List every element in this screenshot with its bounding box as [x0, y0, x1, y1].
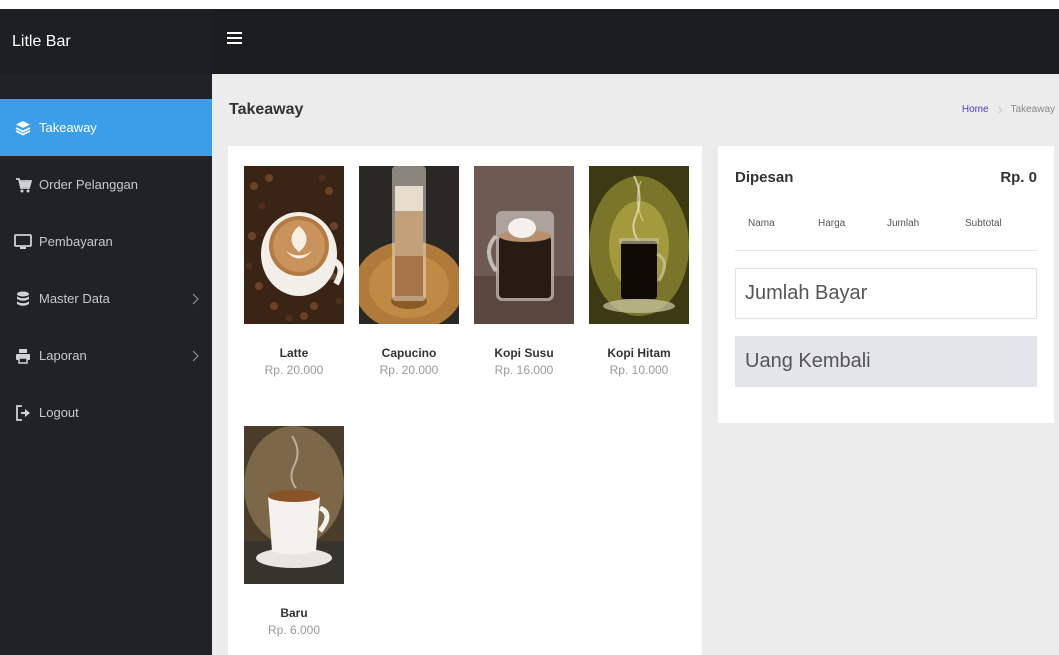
product-image-kopi-susu [474, 166, 574, 324]
product-image-latte [244, 166, 344, 324]
sidebar-item-label: Order Pelanggan [39, 177, 139, 192]
product-image-kopi-hitam [589, 166, 689, 324]
product-card-kopi-hitam[interactable]: Kopi Hitam Rp. 10.000 [589, 166, 689, 377]
database-icon [14, 290, 32, 308]
product-card-baru[interactable]: Baru Rp. 6.000 [244, 426, 344, 637]
sidebar-item-label: Takeaway [39, 120, 97, 135]
sidebar: Litle Bar Takeaway Order Pelanggan Pemba… [0, 9, 212, 655]
sidebar-menu: Takeaway Order Pelanggan Pembayaran Mast… [0, 99, 212, 441]
sidebar-item-label: Laporan [39, 348, 87, 363]
breadcrumb-home-link[interactable]: Home [962, 104, 989, 115]
product-price: Rp. 16.000 [494, 363, 554, 377]
product-name: Kopi Hitam [607, 346, 671, 360]
product-image-baru [244, 426, 344, 584]
product-price: Rp. 10.000 [609, 363, 669, 377]
column-header-harga: Harga [818, 218, 846, 229]
product-card-kopi-susu[interactable]: Kopi Susu Rp. 16.000 [474, 166, 574, 377]
sidebar-item-label: Pembayaran [39, 234, 113, 249]
product-grid: Latte Rp. 20.000 Capucino Rp. 20.000 Kop… [228, 146, 702, 655]
divider [735, 250, 1037, 251]
product-price: Rp. 20.000 [264, 363, 324, 377]
product-name: Baru [280, 606, 308, 620]
order-title: Dipesan [735, 169, 794, 186]
jumlah-bayar-input[interactable]: Jumlah Bayar [735, 268, 1037, 319]
breadcrumb: Home Takeaway [962, 104, 1055, 115]
page-title: Takeaway [229, 101, 304, 118]
sidebar-item-laporan[interactable]: Laporan [0, 327, 212, 384]
chevron-right-icon [190, 349, 200, 363]
hamburger-menu-icon[interactable] [227, 31, 242, 45]
order-total: Rp. 0 [1000, 169, 1037, 186]
column-header-subtotal: Subtotal [965, 218, 1002, 229]
main-content: Takeaway Home Takeaway Latte Rp. 20.000 … [212, 74, 1059, 655]
product-price: Rp. 6.000 [267, 623, 321, 637]
product-name: Kopi Susu [494, 346, 554, 360]
column-header-nama: Nama [748, 218, 775, 229]
product-card-latte[interactable]: Latte Rp. 20.000 [244, 166, 344, 377]
logout-icon [14, 404, 32, 422]
sidebar-item-label: Logout [39, 405, 79, 420]
breadcrumb-current: Takeaway [1010, 104, 1055, 115]
chevron-right-icon [997, 105, 1003, 114]
sidebar-item-label: Master Data [39, 291, 110, 306]
layers-icon [14, 119, 32, 137]
top-navbar [212, 9, 1059, 74]
uang-kembali-field: Uang Kembali [735, 336, 1037, 387]
sidebar-item-order-pelanggan[interactable]: Order Pelanggan [0, 156, 212, 213]
brand-name[interactable]: Litle Bar [0, 9, 212, 74]
order-panel: Dipesan Rp. 0 Nama Harga Jumlah Subtotal… [718, 146, 1054, 423]
sidebar-item-logout[interactable]: Logout [0, 384, 212, 441]
product-price: Rp. 20.000 [379, 363, 439, 377]
sidebar-item-takeaway[interactable]: Takeaway [0, 99, 212, 156]
product-image-capucino [359, 166, 459, 324]
monitor-icon [14, 233, 32, 251]
product-name: Capucino [381, 346, 437, 360]
product-card-capucino[interactable]: Capucino Rp. 20.000 [359, 166, 459, 377]
printer-icon [14, 347, 32, 365]
sidebar-item-pembayaran[interactable]: Pembayaran [0, 213, 212, 270]
column-header-jumlah: Jumlah [887, 218, 920, 229]
product-name: Latte [279, 346, 309, 360]
cart-icon [14, 176, 32, 194]
sidebar-item-master-data[interactable]: Master Data [0, 270, 212, 327]
chevron-right-icon [190, 292, 200, 306]
